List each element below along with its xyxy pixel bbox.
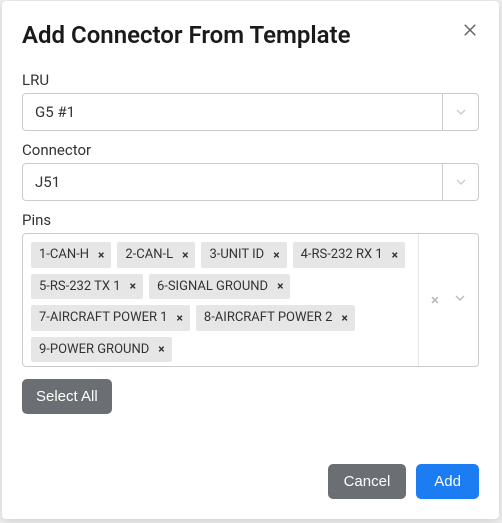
lru-value: G5 #1 [23, 103, 442, 121]
lru-select[interactable]: G5 #1 [22, 93, 479, 131]
modal-footer: Cancel Add [22, 464, 479, 499]
pins-tags-area: 1-CAN-H × 2-CAN-L × 3-UNIT ID × 4-RS-232 RX 1 ×… [23, 234, 418, 366]
remove-tag-button[interactable]: × [179, 248, 191, 262]
pin-tag-label: 6-SIGNAL GROUND [157, 279, 268, 295]
pin-tag: 3-UNIT ID × [201, 242, 286, 268]
remove-tag-button[interactable]: × [127, 279, 139, 293]
pin-tag: 4-RS-232 RX 1 × [293, 242, 405, 268]
modal-header: Add Connector From Template [22, 21, 479, 49]
pin-tag: 1-CAN-H × [31, 242, 111, 268]
pins-label: Pins [22, 211, 479, 229]
pin-tag: 2-CAN-L × [117, 242, 195, 268]
lru-label: LRU [22, 71, 479, 89]
pin-tag-label: 4-RS-232 RX 1 [301, 247, 383, 263]
pin-tag: 8-AIRCRAFT POWER 2 × [196, 305, 355, 331]
pin-tag-label: 2-CAN-L [125, 247, 173, 263]
pin-tag-label: 3-UNIT ID [209, 247, 264, 263]
connector-value: J51 [23, 173, 442, 191]
remove-tag-button[interactable]: × [270, 248, 282, 262]
pins-controls: × [418, 234, 478, 366]
pin-tag: 7-AIRCRAFT POWER 1 × [31, 305, 190, 331]
remove-tag-button[interactable]: × [389, 248, 401, 262]
close-button[interactable] [461, 21, 479, 41]
clear-all-button[interactable]: × [431, 291, 439, 309]
select-all-button[interactable]: Select All [22, 379, 112, 414]
connector-label: Connector [22, 141, 479, 159]
remove-tag-button[interactable]: × [274, 279, 286, 293]
pin-tag: 9-POWER GROUND × [31, 337, 172, 363]
add-button[interactable]: Add [416, 464, 479, 499]
chevron-down-icon [442, 164, 478, 200]
pins-multiselect[interactable]: 1-CAN-H × 2-CAN-L × 3-UNIT ID × 4-RS-232 RX 1 ×… [22, 233, 479, 367]
pin-tag-label: 9-POWER GROUND [39, 342, 149, 358]
add-connector-modal: Add Connector From Template LRU G5 #1 Co… [2, 1, 499, 519]
close-icon [461, 27, 479, 42]
remove-tag-button[interactable]: × [174, 311, 186, 325]
remove-tag-button[interactable]: × [155, 342, 167, 356]
modal-title: Add Connector From Template [22, 21, 351, 49]
pin-tag: 6-SIGNAL GROUND × [149, 274, 291, 300]
pin-tag-label: 7-AIRCRAFT POWER 1 [39, 310, 168, 326]
chevron-down-icon[interactable] [452, 290, 468, 310]
pin-tag-label: 1-CAN-H [39, 247, 89, 263]
pin-tag-label: 5-RS-232 TX 1 [39, 279, 121, 295]
connector-select[interactable]: J51 [22, 163, 479, 201]
remove-tag-button[interactable]: × [95, 248, 107, 262]
pin-tag: 5-RS-232 TX 1 × [31, 274, 143, 300]
cancel-button[interactable]: Cancel [328, 464, 407, 499]
chevron-down-icon [442, 94, 478, 130]
pin-tag-label: 8-AIRCRAFT POWER 2 [204, 310, 333, 326]
remove-tag-button[interactable]: × [338, 311, 350, 325]
